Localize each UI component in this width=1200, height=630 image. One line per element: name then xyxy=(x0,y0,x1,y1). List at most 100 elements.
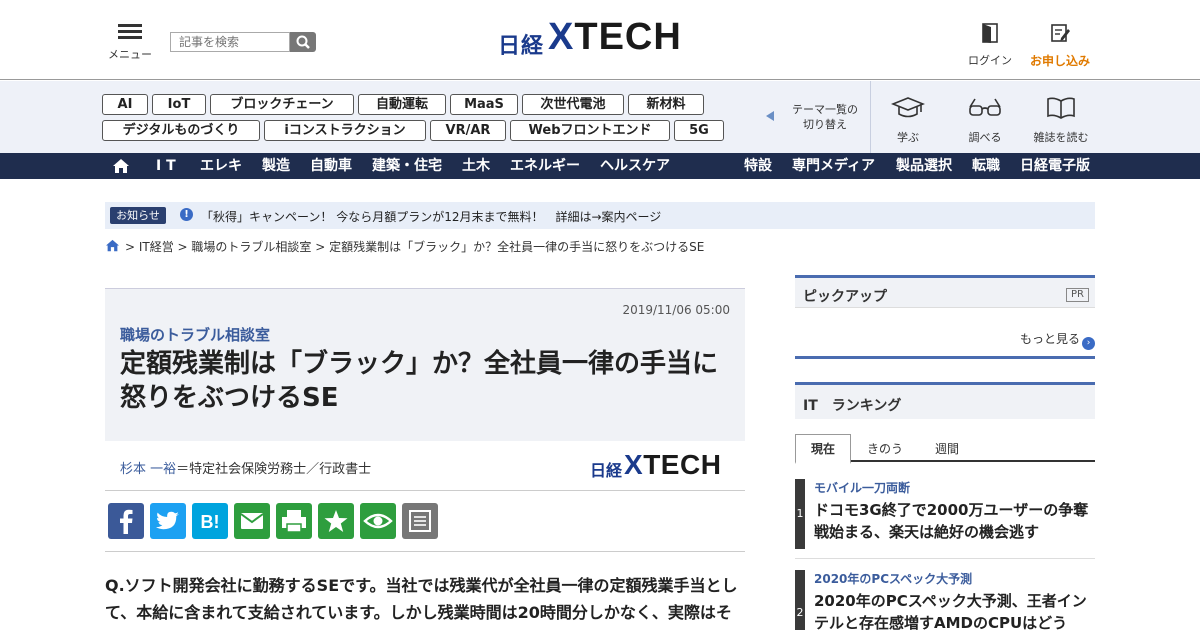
nav-item[interactable]: 特設 xyxy=(744,153,772,179)
svg-text:B!: B! xyxy=(201,512,220,532)
more-link-label: もっと見る xyxy=(1019,332,1080,346)
watch-button[interactable] xyxy=(360,503,396,539)
signup-edit-icon xyxy=(1051,24,1070,42)
theme-tag[interactable]: VR/AR xyxy=(430,120,506,141)
bookmark-button[interactable] xyxy=(318,503,354,539)
facebook-icon xyxy=(120,509,133,534)
quick-link-label: 調べる xyxy=(968,131,1002,144)
nav-item[interactable]: I T xyxy=(156,153,176,179)
notice-bar[interactable]: お知らせ ! 「秋得」キャンペーン！ 今なら月額プランが12月末まで無料！ 詳細… xyxy=(105,202,1095,229)
login-link[interactable]: ログイン xyxy=(966,22,1014,68)
ranking-tabs: 現在 きのう 週間 xyxy=(795,434,1095,464)
notice-badge: お知らせ xyxy=(110,207,166,224)
site-header: メニュー 日経 XTECH ログイン お申し込み xyxy=(0,0,1200,80)
facebook-share-button[interactable] xyxy=(108,503,144,539)
theme-tag[interactable]: IoT xyxy=(152,94,206,115)
article-body: Q.ソフト開発会社に勤務するSEです。当社では残業代が全社員一律の定額残業手当と… xyxy=(105,576,738,622)
byline-text: 杉本 一裕＝特定社会保険労務士／行政書士 xyxy=(120,458,371,477)
nav-item[interactable]: エネルギー xyxy=(510,153,580,179)
theme-tag[interactable]: 5G xyxy=(674,120,724,141)
nav-item[interactable]: 自動車 xyxy=(310,153,352,179)
theme-tag[interactable]: iコンストラクション xyxy=(264,120,426,141)
eye-icon xyxy=(363,513,393,529)
ranking-panel: IT ランキング 現在 きのう 週間 1 モバイル一刀両断 ドコモ3G終了で20… xyxy=(795,382,1095,630)
rank-title: 2020年のPCスペック大予測、王者インテルと存在感増すAMDのCPUはどう xyxy=(814,592,1087,630)
rank-title: ドコモ3G終了で2000万ユーザーの争奪戦始まる、楽天は絶好の機会逃す xyxy=(814,501,1089,541)
quick-link-magazine[interactable]: 雑誌を読む xyxy=(1028,95,1094,145)
article-series[interactable]: 職場のトラブル相談室 xyxy=(120,324,270,345)
ranking-item[interactable]: 1 モバイル一刀両断 ドコモ3G終了で2000万ユーザーの争奪戦始まる、楽天は絶… xyxy=(795,479,1095,549)
hatena-bookmark-icon: B! xyxy=(201,512,220,532)
breadcrumb-trail[interactable]: > IT経営 > 職場のトラブル相談室 > 定額残業制は「ブラック」か？全社員一… xyxy=(125,238,704,255)
logo-x: X xyxy=(548,16,575,58)
more-link[interactable]: もっと見る › xyxy=(1020,330,1095,350)
article-header: 2019/11/06 05:00 職場のトラブル相談室 定額残業制は「ブラック」… xyxy=(105,288,745,441)
theme-tag[interactable]: ブロックチェーン xyxy=(210,94,354,115)
twitter-share-button[interactable] xyxy=(150,503,186,539)
nav-item[interactable]: 建築・住宅 xyxy=(372,153,442,179)
rank-number: 1 xyxy=(795,479,805,549)
nav-item[interactable]: ヘルスケア xyxy=(600,153,670,179)
theme-tag[interactable]: Webフロントエンド xyxy=(510,120,670,141)
search-button[interactable] xyxy=(290,32,316,52)
theme-tag[interactable]: 自動運転 xyxy=(358,94,446,115)
nav-item[interactable]: 土木 xyxy=(462,153,490,179)
exclamation-icon: ! xyxy=(180,208,193,221)
theme-switch-label-line2: 切り替え xyxy=(803,118,847,131)
quick-link-label: 学ぶ xyxy=(897,131,919,144)
divider xyxy=(870,81,871,153)
theme-tag[interactable]: MaaS xyxy=(450,94,518,115)
graduation-cap-icon xyxy=(890,97,926,118)
print-button[interactable] xyxy=(276,503,312,539)
byline-logo: 日経 XTECH xyxy=(590,449,730,481)
search-icon xyxy=(296,35,310,49)
glasses-icon xyxy=(969,98,1001,116)
pr-badge: PR xyxy=(1066,288,1089,302)
theme-tag[interactable]: AI xyxy=(102,94,148,115)
menu-button[interactable]: メニュー xyxy=(108,24,152,62)
quick-link-learn[interactable]: 学ぶ xyxy=(876,95,940,145)
nav-item[interactable]: 日経電子版 xyxy=(1020,153,1090,179)
login-label: ログイン xyxy=(968,54,1012,67)
site-logo[interactable]: 日経 XTECH xyxy=(498,16,708,62)
home-icon[interactable] xyxy=(105,239,120,252)
mail-icon xyxy=(240,513,264,529)
rank-category: 2020年のPCスペック大予測 xyxy=(814,572,973,586)
logo-tech: TECH xyxy=(574,16,682,58)
tab-weekly[interactable]: 週間 xyxy=(919,436,975,462)
memo-button[interactable] xyxy=(402,503,438,539)
hatena-share-button[interactable]: B! xyxy=(192,503,228,539)
author-role: ＝特定社会保険労務士／行政書士 xyxy=(176,462,372,477)
ranking-item[interactable]: 2 2020年のPCスペック大予測 2020年のPCスペック大予測、王者インテル… xyxy=(795,570,1095,630)
article-title: 定額残業制は「ブラック」か？全社員一律の手当に怒りをぶつけるSE xyxy=(120,349,719,413)
memo-icon xyxy=(409,510,431,532)
pickup-title: ピックアップ xyxy=(803,289,887,305)
theme-tag[interactable]: デジタルものづくり xyxy=(102,120,260,141)
theme-tag[interactable]: 新材料 xyxy=(628,94,704,115)
quick-link-search[interactable]: 調べる xyxy=(953,95,1017,145)
nav-item[interactable]: エレキ xyxy=(200,153,242,179)
logo-nikkei: 日経 xyxy=(498,34,545,59)
main-nav: I T エレキ 製造 自動車 建築・住宅 土木 エネルギー ヘルスケア 特設 専… xyxy=(0,153,1200,179)
signup-link[interactable]: お申し込み xyxy=(1026,22,1094,69)
nav-item[interactable]: 転職 xyxy=(972,153,1000,179)
nav-item[interactable]: 製造 xyxy=(262,153,290,179)
mail-share-button[interactable] xyxy=(234,503,270,539)
printer-icon xyxy=(282,510,306,533)
author-name[interactable]: 杉本 一裕 xyxy=(120,462,176,477)
divider xyxy=(795,558,1095,559)
quick-link-label: 雑誌を読む xyxy=(1033,131,1089,144)
home-icon[interactable] xyxy=(112,158,130,174)
hamburger-icon xyxy=(118,24,142,40)
nav-item[interactable]: 専門メディア xyxy=(792,153,875,179)
logo-tech: TECH xyxy=(643,449,722,480)
pickup-panel: ピックアップ PR もっと見る › xyxy=(795,275,1095,359)
tab-current[interactable]: 現在 xyxy=(795,434,851,464)
login-door-icon xyxy=(982,23,998,43)
logo-x: X xyxy=(624,449,644,480)
nav-item[interactable]: 製品選択 xyxy=(896,153,952,179)
theme-tag[interactable]: 次世代電池 xyxy=(522,94,624,115)
notice-text[interactable]: 「秋得」キャンペーン！ 今なら月額プランが12月末まで無料！ 詳細は→案内ページ xyxy=(201,208,661,225)
tab-yesterday[interactable]: きのう xyxy=(857,436,913,462)
search-input[interactable] xyxy=(170,32,290,52)
